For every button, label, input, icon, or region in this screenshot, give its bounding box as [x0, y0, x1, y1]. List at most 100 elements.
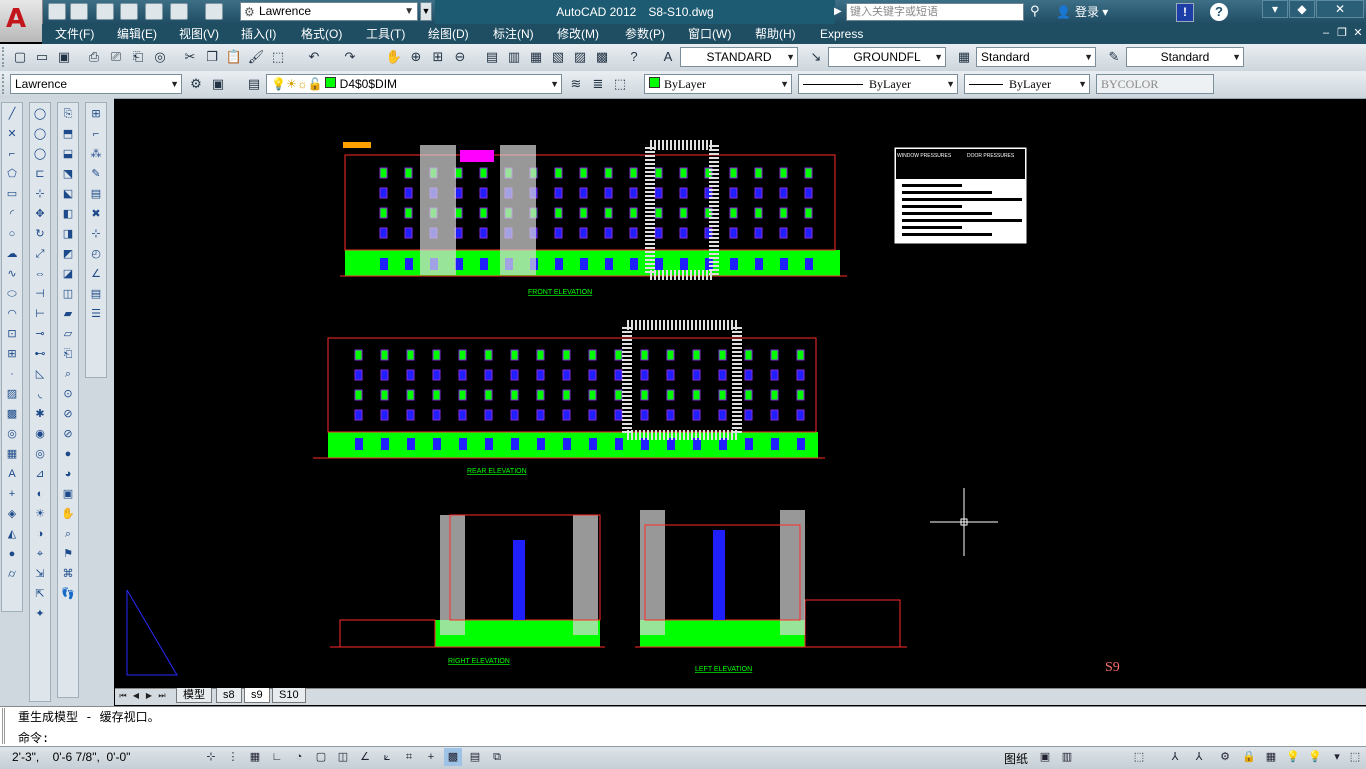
minimize-window-button[interactable]: ▾	[1262, 0, 1288, 18]
clean-screen-icon[interactable]: ⬚	[1346, 748, 1364, 766]
rotate-icon[interactable]: ↻	[31, 225, 49, 243]
menu-window[interactable]: 窗口(W)	[688, 24, 731, 44]
cut-icon[interactable]: ✂	[180, 47, 200, 67]
fly-icon[interactable]: ⇱	[31, 585, 49, 603]
ellipse-arc-icon[interactable]: ◠	[3, 305, 21, 323]
distance-icon[interactable]: ⊹	[87, 225, 105, 243]
object-snap-icon[interactable]: ▢	[312, 748, 330, 766]
delete-attribute-icon[interactable]: ✖	[87, 205, 105, 223]
zoom-realtime-icon[interactable]: ⊕	[406, 47, 426, 67]
erase-icon[interactable]: ◯	[31, 105, 49, 123]
ortho-mode-icon[interactable]: ∟	[268, 748, 286, 766]
multileader-style-dropdown[interactable]: Standard ▼	[1126, 47, 1244, 67]
toolbar-lock-icon[interactable]: ▣	[208, 74, 228, 94]
make-current-layer-icon[interactable]: ≋	[566, 74, 586, 94]
undo-icon[interactable]	[170, 3, 188, 20]
undo-icon[interactable]: ↶	[304, 47, 324, 67]
annotation-visibility-icon[interactable]: ⅄	[1190, 748, 1208, 766]
workspace-settings-icon[interactable]: ⚙	[186, 74, 206, 94]
box-icon[interactable]: ◈	[3, 505, 21, 523]
restore-window-button[interactable]: ◆	[1289, 0, 1315, 18]
polar-tracking-icon[interactable]: ◔	[290, 748, 308, 766]
dynamic-input-icon[interactable]: ⌗	[400, 748, 418, 766]
subtract-icon[interactable]: ◩	[59, 245, 77, 263]
thicken-icon[interactable]: ▰	[59, 305, 77, 323]
open-icon[interactable]: ▭	[32, 47, 52, 67]
copy-object-icon[interactable]: ◯	[31, 125, 49, 143]
paper-space-label[interactable]: 图纸	[1004, 750, 1028, 767]
workspace-dropdown[interactable]: ⚙ Lawrence ▼	[240, 2, 418, 21]
camera-icon[interactable]: ⌖	[31, 545, 49, 563]
doc-minimize-button[interactable]: –	[1318, 26, 1334, 41]
loft-icon[interactable]: ⬕	[59, 185, 77, 203]
tab-s10[interactable]: S10	[272, 688, 306, 703]
render-region-icon[interactable]: ▣	[59, 485, 77, 503]
no-sign-icon[interactable]: ⊘	[59, 425, 77, 443]
footprints-icon[interactable]: 👣	[59, 585, 77, 603]
no-sign-icon[interactable]: ⊘	[59, 405, 77, 423]
table-style-dropdown[interactable]: Standard ▼	[976, 47, 1096, 67]
dim-style-icon[interactable]: ↘	[806, 47, 826, 67]
search-expand-icon[interactable]: ▶	[834, 3, 846, 21]
edit-attribute-icon[interactable]: ✎	[87, 165, 105, 183]
grid-display-icon[interactable]: ▦	[246, 748, 264, 766]
array-icon[interactable]: ⊹	[31, 185, 49, 203]
multileader-style-icon[interactable]: ✎	[1104, 47, 1124, 67]
maximize-viewport-icon[interactable]: ⬚	[1130, 748, 1148, 766]
tab-last-icon[interactable]: ⏭	[157, 689, 167, 702]
quick-view-drawings-icon[interactable]: ▥	[1058, 748, 1076, 766]
object-snap-tracking-icon[interactable]: ∠	[356, 748, 374, 766]
view-icon[interactable]: ◎	[31, 445, 49, 463]
command-prompt-input[interactable]: 命令:	[18, 729, 49, 746]
linetype-dropdown[interactable]: ByLayer ▼	[798, 74, 958, 94]
line-icon[interactable]: ╱	[3, 105, 21, 123]
revision-cloud-icon[interactable]: ☁	[3, 245, 21, 263]
lineweight-dropdown[interactable]: ByLayer ▼	[964, 74, 1090, 94]
block-attribute-icon[interactable]: ▤	[87, 185, 105, 203]
table-icon[interactable]: ▦	[3, 445, 21, 463]
menu-file[interactable]: 文件(F)	[55, 24, 94, 44]
coordinate-readout[interactable]: 2'-3", 0'-6 7/8", 0'-0"	[12, 750, 130, 764]
workspace-switching-icon[interactable]: ⚙	[1216, 748, 1234, 766]
exchange-icon[interactable]: !	[1176, 3, 1194, 22]
layer-dropdown[interactable]: 💡☀☼🔓 D4$0$DIM ▼	[266, 74, 562, 94]
area-icon[interactable]: ▤	[87, 285, 105, 303]
render-camera-icon[interactable]: ⎗	[59, 345, 77, 363]
section-icon[interactable]: ◐	[31, 485, 49, 503]
doc-restore-button[interactable]: ❐	[1334, 26, 1350, 41]
match-properties-icon[interactable]: 🖌	[246, 47, 266, 67]
gradient-icon[interactable]: ▩	[3, 405, 21, 423]
copy-clip-icon[interactable]: ⎘	[59, 105, 77, 123]
add-selected-icon[interactable]: +	[3, 485, 21, 503]
menu-help[interactable]: 帮助(H)	[755, 24, 796, 44]
login-button[interactable]: 👤 登录 ▾	[1056, 3, 1176, 21]
zoom-icon[interactable]: ⌕	[59, 365, 77, 383]
toolbar-grip[interactable]	[2, 47, 8, 67]
insert-block-icon[interactable]: ⊡	[3, 325, 21, 343]
rectangle-icon[interactable]: ▭	[3, 185, 21, 203]
polyline-icon[interactable]: ⌐	[3, 145, 21, 163]
text-style-dropdown[interactable]: STANDARD ▼	[680, 47, 798, 67]
infer-constraints-icon[interactable]: ⊹	[202, 748, 220, 766]
walk-icon[interactable]: ⇲	[31, 565, 49, 583]
menu-format[interactable]: 格式(O)	[301, 24, 342, 44]
offset-icon[interactable]: ⊏	[31, 165, 49, 183]
tab-next-icon[interactable]: ▶	[144, 689, 154, 702]
application-status-bar-menu-icon[interactable]: 💡	[1306, 748, 1324, 766]
camera-view-icon[interactable]: ⌘	[59, 565, 77, 583]
fillet-icon[interactable]: ◟	[31, 385, 49, 403]
snap-mode-icon[interactable]: ⋮	[224, 748, 242, 766]
explode-icon[interactable]: ✱	[31, 405, 49, 423]
drawing-canvas[interactable]: FRONT ELEVATION REAR ELEVATION RIGHT ELE…	[115, 100, 1365, 688]
materials-icon[interactable]: ◑	[31, 525, 49, 543]
hardware-acceleration-icon[interactable]: ▦	[1262, 748, 1280, 766]
make-block-icon[interactable]: ⊞	[3, 345, 21, 363]
orbit-icon[interactable]: ◉	[31, 425, 49, 443]
menu-draw[interactable]: 绘图(D)	[428, 24, 469, 44]
close-window-button[interactable]: ✕	[1316, 0, 1364, 18]
tool-palettes-icon[interactable]: ▦	[526, 47, 546, 67]
extrude-icon[interactable]: ⬒	[59, 125, 77, 143]
light-icon[interactable]: ✦	[31, 605, 49, 623]
save-icon[interactable]: ▣	[54, 47, 74, 67]
scale-icon[interactable]: ⤢	[31, 245, 49, 263]
